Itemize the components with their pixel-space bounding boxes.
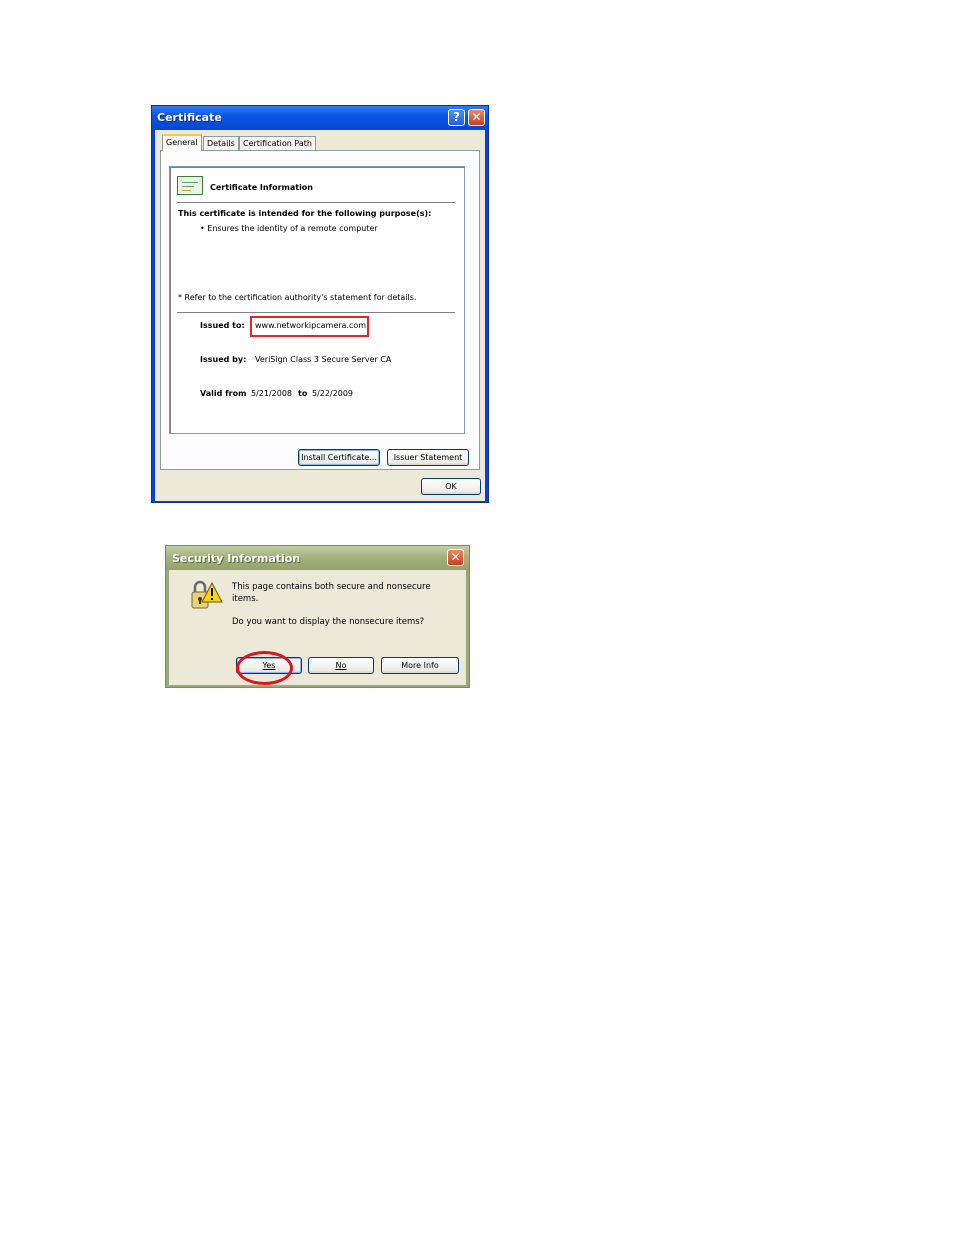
tab-certification-path[interactable]: Certification Path xyxy=(239,136,316,150)
help-icon[interactable]: ? xyxy=(448,109,465,126)
divider xyxy=(177,202,455,203)
certificate-dialog: Certificate ? ✕ General Details Certific… xyxy=(151,105,489,503)
security-client-area: This page contains both secure and nonse… xyxy=(169,570,466,685)
issuer-statement-button[interactable]: Issuer Statement xyxy=(387,449,469,466)
install-certificate-button[interactable]: Install Certificate... xyxy=(298,449,380,466)
certificate-info-panel: Certificate Information This certificate… xyxy=(169,166,465,434)
close-icon[interactable]: ✕ xyxy=(468,109,485,126)
ok-button[interactable]: OK xyxy=(421,478,481,495)
certificate-client-area: General Details Certification Path Certi… xyxy=(155,130,485,501)
no-button[interactable]: No xyxy=(308,657,374,674)
certificate-icon xyxy=(177,176,203,195)
dialog-title: Certificate xyxy=(157,111,222,124)
more-info-button[interactable]: More Info xyxy=(381,657,459,674)
footnote: * Refer to the certification authority's… xyxy=(178,293,417,302)
valid-to-label: to xyxy=(298,389,308,398)
info-heading: Certificate Information xyxy=(210,183,313,192)
divider xyxy=(177,312,455,313)
valid-to-value: 5/22/2009 xyxy=(312,389,354,398)
dialog-title: Security Information xyxy=(172,552,301,565)
question-text: Do you want to display the nonsecure ite… xyxy=(232,617,425,627)
tab-panel-general: Certificate Information This certificate… xyxy=(160,150,480,470)
security-information-dialog: Security Information ✕ This page contain… xyxy=(165,545,470,688)
tab-details[interactable]: Details xyxy=(203,136,239,150)
valid-from-label: Valid from xyxy=(200,389,247,398)
close-icon[interactable]: ✕ xyxy=(447,549,464,566)
issued-to-highlight xyxy=(250,316,369,337)
more-info-button-label: More Info xyxy=(401,661,439,670)
no-button-label: No xyxy=(335,661,347,670)
purpose-item: • Ensures the identity of a remote compu… xyxy=(200,224,378,233)
issued-by-label: Issued by: xyxy=(200,355,247,364)
valid-from-value: 5/21/2008 xyxy=(251,389,293,398)
message-text: This page contains both secure and nonse… xyxy=(232,582,431,604)
issued-by-value: VeriSign Class 3 Secure Server CA xyxy=(255,355,392,364)
issued-to-label: Issued to: xyxy=(200,321,245,330)
yes-highlight-ellipse xyxy=(236,651,293,685)
lock-warning-icon xyxy=(191,580,223,609)
tab-general[interactable]: General xyxy=(162,134,202,151)
certificate-titlebar[interactable]: Certificate ? ✕ xyxy=(152,106,488,130)
purpose-heading: This certificate is intended for the fol… xyxy=(178,209,432,218)
security-titlebar[interactable]: Security Information ✕ xyxy=(166,546,469,570)
